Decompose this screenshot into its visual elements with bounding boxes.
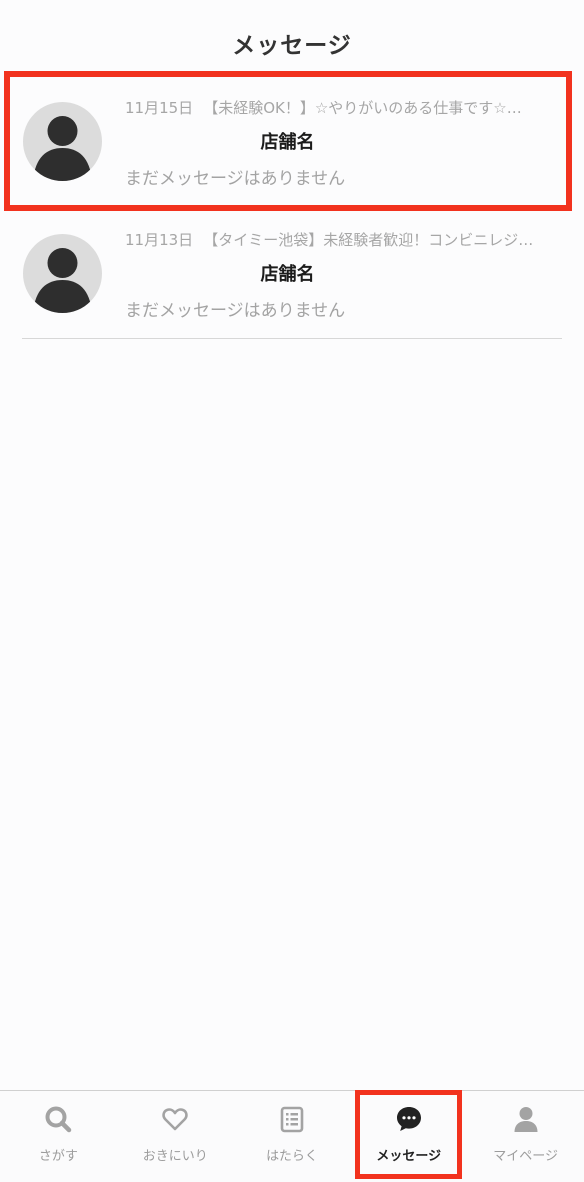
avatar <box>23 102 102 181</box>
job-title: 【タイミー池袋】未経験者歓迎！コンビニレジス… <box>203 231 545 249</box>
tab-work[interactable]: はたらく <box>234 1091 351 1182</box>
tab-label: さがす <box>38 1149 78 1164</box>
tab-favorites[interactable]: おきにいり <box>117 1091 234 1182</box>
thread-date: 11月13日 <box>125 231 194 249</box>
person-icon <box>33 248 92 313</box>
bottom-tab-bar: さがす おきにいり はたらく メッセージ マイページ <box>0 1090 584 1182</box>
person-icon <box>33 116 92 181</box>
thread-date: 11月15日 <box>125 99 194 117</box>
message-preview: まだメッセージはありません <box>125 169 346 189</box>
thread-meta: 11月13日 【タイミー池袋】未経験者歓迎！コンビニレジス… <box>125 229 545 250</box>
clipboard-icon <box>280 1106 304 1133</box>
shop-name: 店舗名 <box>260 264 315 285</box>
shop-name: 店舗名 <box>260 132 315 153</box>
avatar <box>23 234 102 313</box>
messages-screen: メッセージ 11月15日 【未経験OK！】☆やりがいのある仕事です☆… 店舗名 ま… <box>0 0 584 1182</box>
heart-icon <box>162 1108 188 1131</box>
job-title: 【未経験OK！】☆やりがいのある仕事です☆… <box>203 99 522 117</box>
tab-mypage[interactable]: マイページ <box>467 1091 584 1182</box>
thread-meta: 11月15日 【未経験OK！】☆やりがいのある仕事です☆… <box>125 97 545 118</box>
search-icon <box>45 1106 72 1133</box>
tab-messages[interactable]: メッセージ <box>350 1091 467 1182</box>
message-thread[interactable]: 11月13日 【タイミー池袋】未経験者歓迎！コンビニレジス… 店舗名 まだメッセー… <box>0 212 584 339</box>
page-title: メッセージ <box>232 33 352 59</box>
tab-label: マイページ <box>493 1149 558 1164</box>
tab-label: おきにいり <box>142 1149 208 1164</box>
tab-label: はたらく <box>266 1149 318 1164</box>
message-preview: まだメッセージはありません <box>125 301 346 321</box>
user-icon <box>514 1107 538 1132</box>
chat-bubble-icon <box>396 1107 421 1131</box>
divider <box>22 338 562 339</box>
tab-search[interactable]: さがす <box>0 1091 117 1182</box>
message-thread[interactable]: 11月15日 【未経験OK！】☆やりがいのある仕事です☆… 店舗名 まだメッセージ… <box>0 71 584 211</box>
tab-label: メッセージ <box>376 1149 442 1164</box>
